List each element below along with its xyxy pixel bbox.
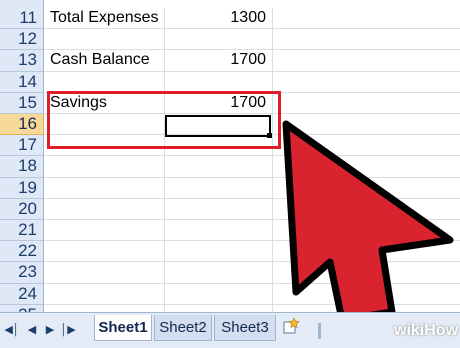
tab-label: Sheet2 xyxy=(159,319,207,336)
table-row: 22 xyxy=(0,241,460,263)
cell-column-a[interactable]: Cash Balance xyxy=(44,50,165,72)
cell-column-c[interactable] xyxy=(273,72,460,93)
sheet-tab-bar: ◀│ ◀ ▶ │▶ Sheet1 Sheet2 Sheet3 xyxy=(0,312,460,348)
cell-column-a[interactable] xyxy=(44,177,165,199)
row-header[interactable]: 24 xyxy=(0,283,44,305)
table-row: 24 xyxy=(0,283,460,305)
cell-column-b[interactable] xyxy=(165,135,273,157)
cell-column-b[interactable] xyxy=(165,241,273,263)
cell-column-b[interactable]: 1700 xyxy=(165,92,273,114)
row-header[interactable]: 11 xyxy=(0,8,44,30)
tab-sheet1[interactable]: Sheet1 xyxy=(94,315,152,341)
row-header[interactable]: 23 xyxy=(0,262,44,284)
cell-column-a[interactable] xyxy=(44,283,165,305)
table-row: 21 xyxy=(0,220,460,242)
cell-column-a[interactable] xyxy=(44,198,165,220)
cell-column-b[interactable] xyxy=(165,177,273,199)
row-header[interactable]: 15 xyxy=(0,92,44,114)
cell-column-b[interactable] xyxy=(165,283,273,305)
cell-column-c[interactable] xyxy=(273,199,460,220)
cell-column-b[interactable]: 1700 xyxy=(165,50,273,72)
cell-column-b[interactable] xyxy=(165,198,273,220)
cell-column-a[interactable] xyxy=(44,241,165,263)
cell-column-c[interactable] xyxy=(273,29,460,51)
selected-cell-b16[interactable] xyxy=(165,115,271,137)
cell-column-c[interactable] xyxy=(273,284,460,305)
tab-sheet3[interactable]: Sheet3 xyxy=(214,315,276,341)
row-header[interactable]: 16 xyxy=(0,114,44,136)
table-row: 13 Cash Balance 1700 xyxy=(0,50,460,72)
row-header[interactable]: 17 xyxy=(0,135,44,157)
cell-column-b[interactable] xyxy=(165,29,273,51)
cell-column-c[interactable] xyxy=(273,262,460,284)
spreadsheet-grid: 11 Total Expenses 1300 12 13 Cash Balance 1700… xyxy=(0,0,460,326)
insert-sheet-icon[interactable] xyxy=(282,317,302,335)
fill-handle[interactable] xyxy=(267,133,272,138)
last-sheet-icon[interactable]: │▶ xyxy=(60,321,75,337)
cell-column-a[interactable] xyxy=(44,29,165,51)
cell-column-b[interactable] xyxy=(165,156,273,178)
cell-column-a[interactable]: Savings xyxy=(44,92,165,114)
cell-column-c[interactable] xyxy=(273,93,460,114)
table-row: 23 xyxy=(0,262,460,284)
first-sheet-icon[interactable]: ◀│ xyxy=(4,321,19,337)
cell-column-c[interactable] xyxy=(273,8,460,30)
row-header[interactable]: 12 xyxy=(0,29,44,51)
cell-column-c[interactable] xyxy=(273,241,460,263)
cell-column-b[interactable] xyxy=(165,220,273,242)
cell-column-b[interactable] xyxy=(165,71,273,93)
table-row: 20 xyxy=(0,198,460,220)
table-row: 12 xyxy=(0,29,460,51)
next-sheet-icon[interactable]: ▶ xyxy=(44,321,56,337)
table-row: 14 xyxy=(0,71,460,93)
cell-column-c[interactable] xyxy=(273,114,460,136)
cell-column-c[interactable] xyxy=(273,50,460,72)
table-row: 17 xyxy=(0,135,460,157)
cell-column-a[interactable] xyxy=(44,262,165,284)
cell-column-a[interactable] xyxy=(44,71,165,93)
row-header[interactable]: 20 xyxy=(0,198,44,220)
cell-column-c[interactable] xyxy=(273,156,460,178)
prev-sheet-icon[interactable]: ◀ xyxy=(26,321,38,337)
cell-column-a[interactable] xyxy=(44,114,165,136)
tab-sheet2[interactable]: Sheet2 xyxy=(154,315,212,341)
row-header[interactable]: 13 xyxy=(0,50,44,72)
row-header[interactable]: 21 xyxy=(0,220,44,242)
row-header[interactable]: 19 xyxy=(0,177,44,199)
row-header-partial xyxy=(0,0,44,8)
table-row: 15 Savings 1700 xyxy=(0,92,460,114)
tab-split-handle[interactable] xyxy=(318,323,321,339)
table-row: 19 xyxy=(0,177,460,199)
watermark: wikiHow xyxy=(394,322,459,339)
cell-column-b[interactable] xyxy=(165,262,273,284)
cell-column-a[interactable] xyxy=(44,220,165,242)
cell-column-c[interactable] xyxy=(273,220,460,242)
table-row: 18 xyxy=(0,156,460,178)
row-header[interactable]: 18 xyxy=(0,156,44,178)
table-row: 11 Total Expenses 1300 xyxy=(0,8,460,30)
cell-column-a[interactable]: Total Expenses xyxy=(44,8,165,30)
cell-column-a[interactable] xyxy=(44,156,165,178)
cell-column-c[interactable] xyxy=(273,135,460,157)
tab-label: Sheet1 xyxy=(98,319,148,336)
row-header[interactable]: 14 xyxy=(0,71,44,93)
tab-label: Sheet3 xyxy=(221,319,269,336)
cell-column-c[interactable] xyxy=(273,178,460,199)
cell-column-b[interactable]: 1300 xyxy=(165,8,273,30)
cell-column-a[interactable] xyxy=(44,135,165,157)
row-header[interactable]: 22 xyxy=(0,241,44,263)
